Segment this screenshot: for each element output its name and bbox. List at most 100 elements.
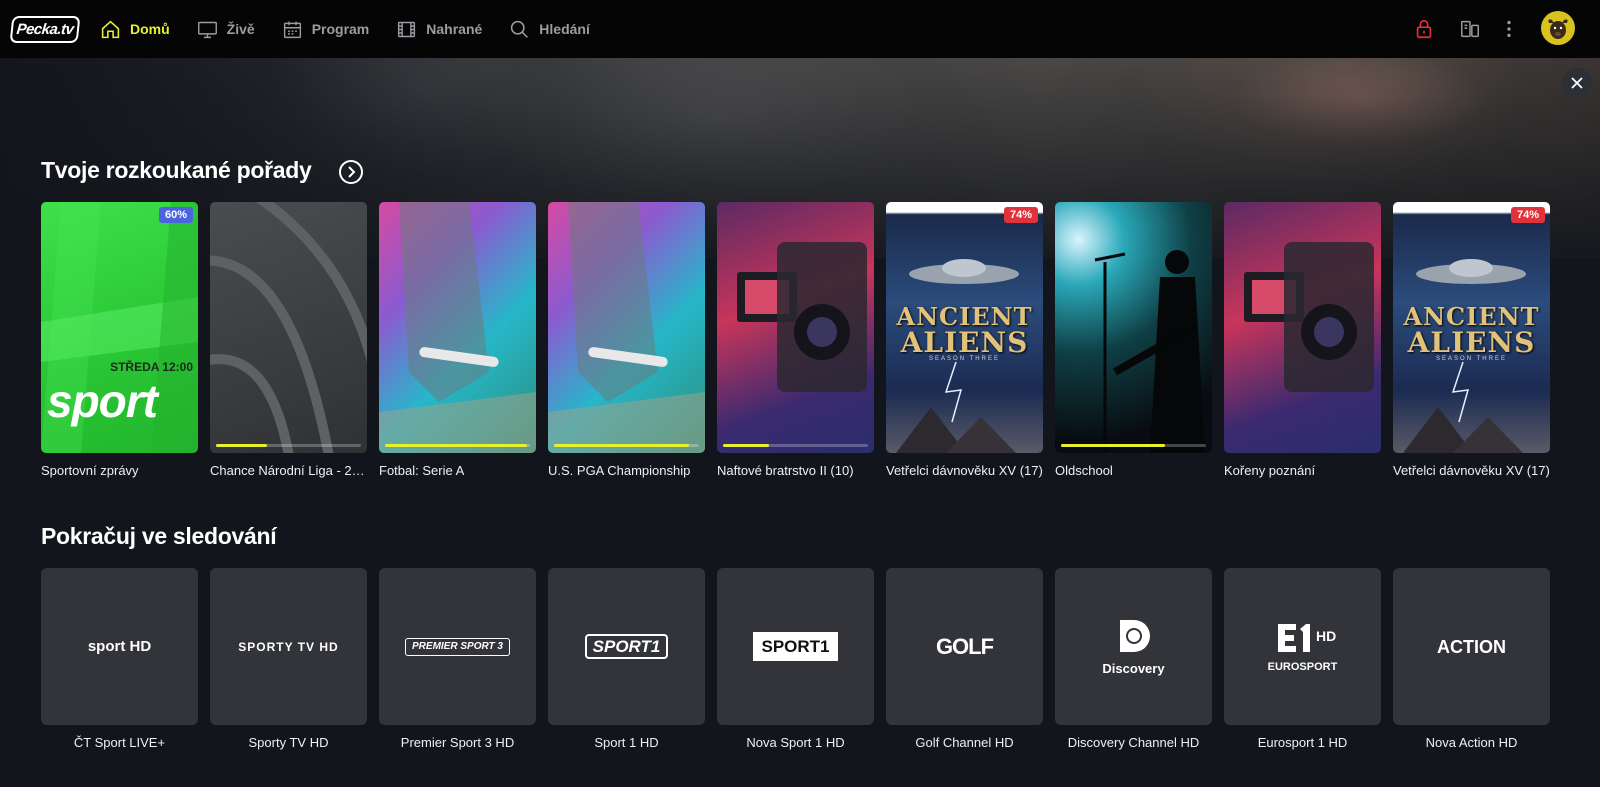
channel-name: Discovery Channel HD <box>1067 735 1200 750</box>
channel-logo-tile: HD EUROSPORT <box>1224 568 1381 725</box>
progress-fill <box>385 444 528 447</box>
show-card[interactable]: ANCIENT ALIENS SEASON THREE 74% Vetřelci… <box>1393 202 1550 478</box>
camera-art <box>1244 242 1374 392</box>
poster-season: SEASON THREE <box>1436 356 1507 362</box>
progress-bar <box>1061 444 1206 447</box>
show-card[interactable]: Naftové bratrstvo II (10) <box>717 202 874 478</box>
show-card[interactable]: Fotbal: Serie A <box>379 202 536 478</box>
channel-name: Sport 1 HD <box>594 735 659 750</box>
channel-card[interactable]: HD EUROSPORT Eurosport 1 HD <box>1224 568 1381 750</box>
channel-card[interactable]: PREMIER SPORT 3 Premier Sport 3 HD <box>379 568 536 750</box>
progress-fill <box>1061 444 1166 447</box>
card-title: Oldschool <box>1055 463 1113 478</box>
main-nav: Domů Živě Program Nahrané Hledání <box>100 0 617 58</box>
continue-watching-row: STŘEDA 12:00 sport 60% Sportovní zprávy … <box>41 202 1562 478</box>
eurosport-e1-icon: HD <box>1277 623 1336 652</box>
card-title: Sportovní zprávy <box>41 463 139 478</box>
show-card[interactable]: Oldschool <box>1055 202 1212 478</box>
channels-row: sport HD ČT Sport LIVE+ SPORTY TV HD Spo… <box>41 568 1562 750</box>
card-title: Vetřelci dávnověku XV (17) <box>886 463 1043 478</box>
poster: ANCIENT ALIENS SEASON THREE 74% <box>886 202 1043 453</box>
progress-bar <box>216 444 361 447</box>
search-icon <box>511 20 529 38</box>
watch-percent-badge: 74% <box>1510 207 1545 223</box>
poster-title-aliens: ALIENS <box>900 326 1029 359</box>
premier-sport-logo: PREMIER SPORT 3 <box>405 637 510 656</box>
channel-name: Nova Action HD <box>1425 735 1518 750</box>
card-title: Chance Národní Liga - 29. kolo <box>210 463 367 478</box>
channel-card[interactable]: ACTION Nova Action HD <box>1393 568 1550 750</box>
devices-icon[interactable] <box>1459 18 1481 40</box>
nav-label: Program <box>311 21 370 37</box>
eurosport-logo-text: EUROSPORT <box>1267 660 1338 673</box>
progress-fill <box>216 444 267 447</box>
more-vertical-icon[interactable] <box>1498 18 1520 40</box>
nav-item-domu[interactable]: Domů <box>100 19 170 40</box>
section-title-continue-watching: Tvoje rozkoukané pořady <box>41 157 312 183</box>
channel-name: Golf Channel HD <box>915 735 1014 750</box>
nav-item-hledani[interactable]: Hledání <box>509 19 590 40</box>
channel-card[interactable]: SPORTY TV HD Sporty TV HD <box>210 568 367 750</box>
channel-name: ČT Sport LIVE+ <box>73 735 166 750</box>
channel-logo-tile: PREMIER SPORT 3 <box>379 568 536 725</box>
channel-card[interactable]: SPORT1 Sport 1 HD <box>548 568 705 750</box>
show-card[interactable]: Kořeny poznání <box>1224 202 1381 478</box>
channel-card[interactable]: GOLF Golf Channel HD <box>886 568 1043 750</box>
poster <box>1224 202 1381 453</box>
poster <box>1055 202 1212 453</box>
sport-logo-text: sport <box>47 375 158 427</box>
channel-card[interactable]: sport HD ČT Sport LIVE+ <box>41 568 198 750</box>
top-bar: Pecka.tv Domů Živě Program Nahrané Hledá… <box>0 0 1600 58</box>
close-icon <box>1571 77 1583 89</box>
ct-sport-logo: sport HD <box>87 638 152 655</box>
nav-label: Domů <box>130 21 170 37</box>
card-title: Vetřelci dávnověku XV (17) <box>1393 463 1550 478</box>
svg-text:HD: HD <box>1316 628 1336 644</box>
show-card[interactable]: STŘEDA 12:00 sport 60% Sportovní zprávy <box>41 202 198 478</box>
progress-bar <box>385 444 530 447</box>
poster-season: SEASON THREE <box>929 356 1000 362</box>
watch-percent-badge: 60% <box>158 207 193 223</box>
eurosport-logo: HD EUROSPORT <box>1268 621 1338 673</box>
channel-logo-tile: SPORT1 <box>548 568 705 725</box>
nav-item-program[interactable]: Program <box>282 19 370 40</box>
poster <box>548 202 705 453</box>
channel-logo-tile: GOLF <box>886 568 1043 725</box>
show-all-button[interactable] <box>339 160 363 184</box>
close-hero-button[interactable] <box>1562 68 1592 98</box>
nav-item-nahrane[interactable]: Nahrané <box>396 19 482 40</box>
channel-logo-tile: sport HD <box>41 568 198 725</box>
channel-logo-tile: ACTION <box>1393 568 1550 725</box>
avatar-animal-icon <box>1548 19 1568 39</box>
film-reel-art <box>210 202 367 453</box>
card-title: Naftové bratrstvo II (10) <box>717 463 854 478</box>
avatar[interactable] <box>1541 11 1575 45</box>
channel-logo-tile: SPORTY TV HD <box>210 568 367 725</box>
discovery-logo: Discovery <box>1102 618 1165 675</box>
sporty-tv-logo: SPORTY TV HD <box>238 639 339 654</box>
film-icon <box>398 21 416 37</box>
air-time-label: STŘEDA 12:00 <box>110 360 193 374</box>
pecka-tv-logo[interactable]: Pecka.tv <box>9 16 81 43</box>
show-card[interactable]: U.S. PGA Championship <box>548 202 705 478</box>
card-title: Fotbal: Serie A <box>379 463 465 478</box>
channel-name: Eurosport 1 HD <box>1257 735 1348 750</box>
poster <box>717 202 874 453</box>
lock-icon[interactable] <box>1413 18 1435 40</box>
channel-name: Nova Sport 1 HD <box>746 735 845 750</box>
nav-item-zive[interactable]: Živě <box>197 19 255 40</box>
progress-fill <box>554 444 689 447</box>
calendar-icon <box>283 21 301 38</box>
football-boot-art <box>548 202 705 453</box>
show-card[interactable]: Chance Národní Liga - 29. kolo <box>210 202 367 478</box>
channel-card[interactable]: Discovery Discovery Channel HD <box>1055 568 1212 750</box>
nav-label: Nahrané <box>426 21 483 37</box>
nova-action-logo: ACTION <box>1437 636 1506 657</box>
channel-name: Sporty TV HD <box>248 735 329 750</box>
channel-card[interactable]: SPORT1 Nova Sport 1 HD <box>717 568 874 750</box>
progress-fill <box>723 444 770 447</box>
progress-bar <box>554 444 699 447</box>
football-boot-art <box>379 202 536 453</box>
show-card[interactable]: ANCIENT ALIENS SEASON THREE 74% Vetřelci… <box>886 202 1043 478</box>
tv-icon <box>197 21 217 38</box>
